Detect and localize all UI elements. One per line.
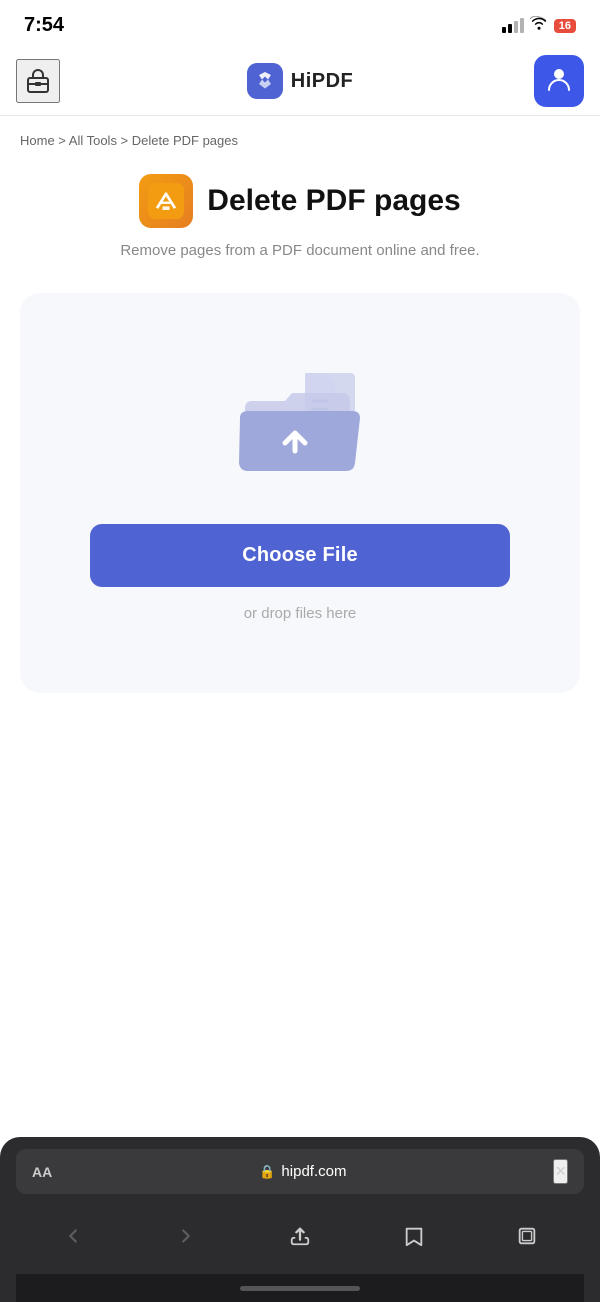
nav-left <box>16 59 66 103</box>
address-bar-left: AA <box>32 1164 52 1180</box>
address-bar[interactable]: AA 🔒 hipdf.com × <box>16 1149 584 1194</box>
font-size-button[interactable]: AA <box>32 1164 52 1180</box>
signal-icon <box>502 18 524 33</box>
page-subtitle: Remove pages from a PDF document online … <box>120 240 479 263</box>
toolbox-icon <box>24 67 52 95</box>
nav-right <box>534 55 584 107</box>
upload-folder-illustration <box>230 363 370 488</box>
browser-bookmarks-button[interactable] <box>392 1214 436 1258</box>
battery-level: 16 <box>554 19 576 33</box>
navbar: HiPDF <box>0 47 600 116</box>
share-icon <box>289 1225 311 1247</box>
drop-files-text: or drop files here <box>244 605 357 622</box>
page-title-row: Delete PDF pages <box>139 174 460 228</box>
logo-symbol <box>253 69 277 93</box>
upload-card: Choose File or drop files here <box>20 293 580 693</box>
nav-center: HiPDF <box>247 63 354 99</box>
page-header: Delete PDF pages Remove pages from a PDF… <box>0 158 600 283</box>
status-icons: 16 <box>502 16 576 35</box>
home-indicator-bar <box>240 1286 360 1291</box>
status-time: 7:54 <box>24 14 64 37</box>
lock-icon: 🔒 <box>259 1164 275 1180</box>
browser-tabs-button[interactable] <box>505 1214 549 1258</box>
browser-forward-button[interactable] <box>164 1214 208 1258</box>
choose-file-button[interactable]: Choose File <box>90 524 510 587</box>
browser-share-button[interactable] <box>278 1214 322 1258</box>
wifi-icon <box>530 16 548 35</box>
toolbox-button[interactable] <box>16 59 60 103</box>
domain-text: hipdf.com <box>281 1163 346 1180</box>
page-title: Delete PDF pages <box>207 184 460 218</box>
user-account-button[interactable] <box>534 55 584 107</box>
page-icon <box>139 174 193 228</box>
hipdf-logo <box>247 63 283 99</box>
breadcrumb: Home > All Tools > Delete PDF pages <box>0 116 600 158</box>
back-icon <box>62 1225 84 1247</box>
user-avatar-icon <box>545 64 573 99</box>
breadcrumb-text: Home > All Tools > Delete PDF pages <box>20 133 238 148</box>
delete-pdf-icon <box>148 183 184 219</box>
browser-back-button[interactable] <box>51 1214 95 1258</box>
address-domain: 🔒 hipdf.com <box>52 1163 553 1180</box>
browser-actions <box>16 1206 584 1274</box>
tabs-icon <box>516 1225 538 1247</box>
bookmarks-icon <box>403 1225 425 1247</box>
browser-bar: AA 🔒 hipdf.com × <box>0 1137 600 1302</box>
status-bar: 7:54 16 <box>0 0 600 47</box>
battery-indicator: 16 <box>554 19 576 33</box>
forward-icon <box>175 1225 197 1247</box>
home-indicator <box>16 1274 584 1302</box>
brand-name: HiPDF <box>291 70 354 93</box>
address-bar-close[interactable]: × <box>553 1159 568 1184</box>
folder-icon <box>230 363 370 483</box>
